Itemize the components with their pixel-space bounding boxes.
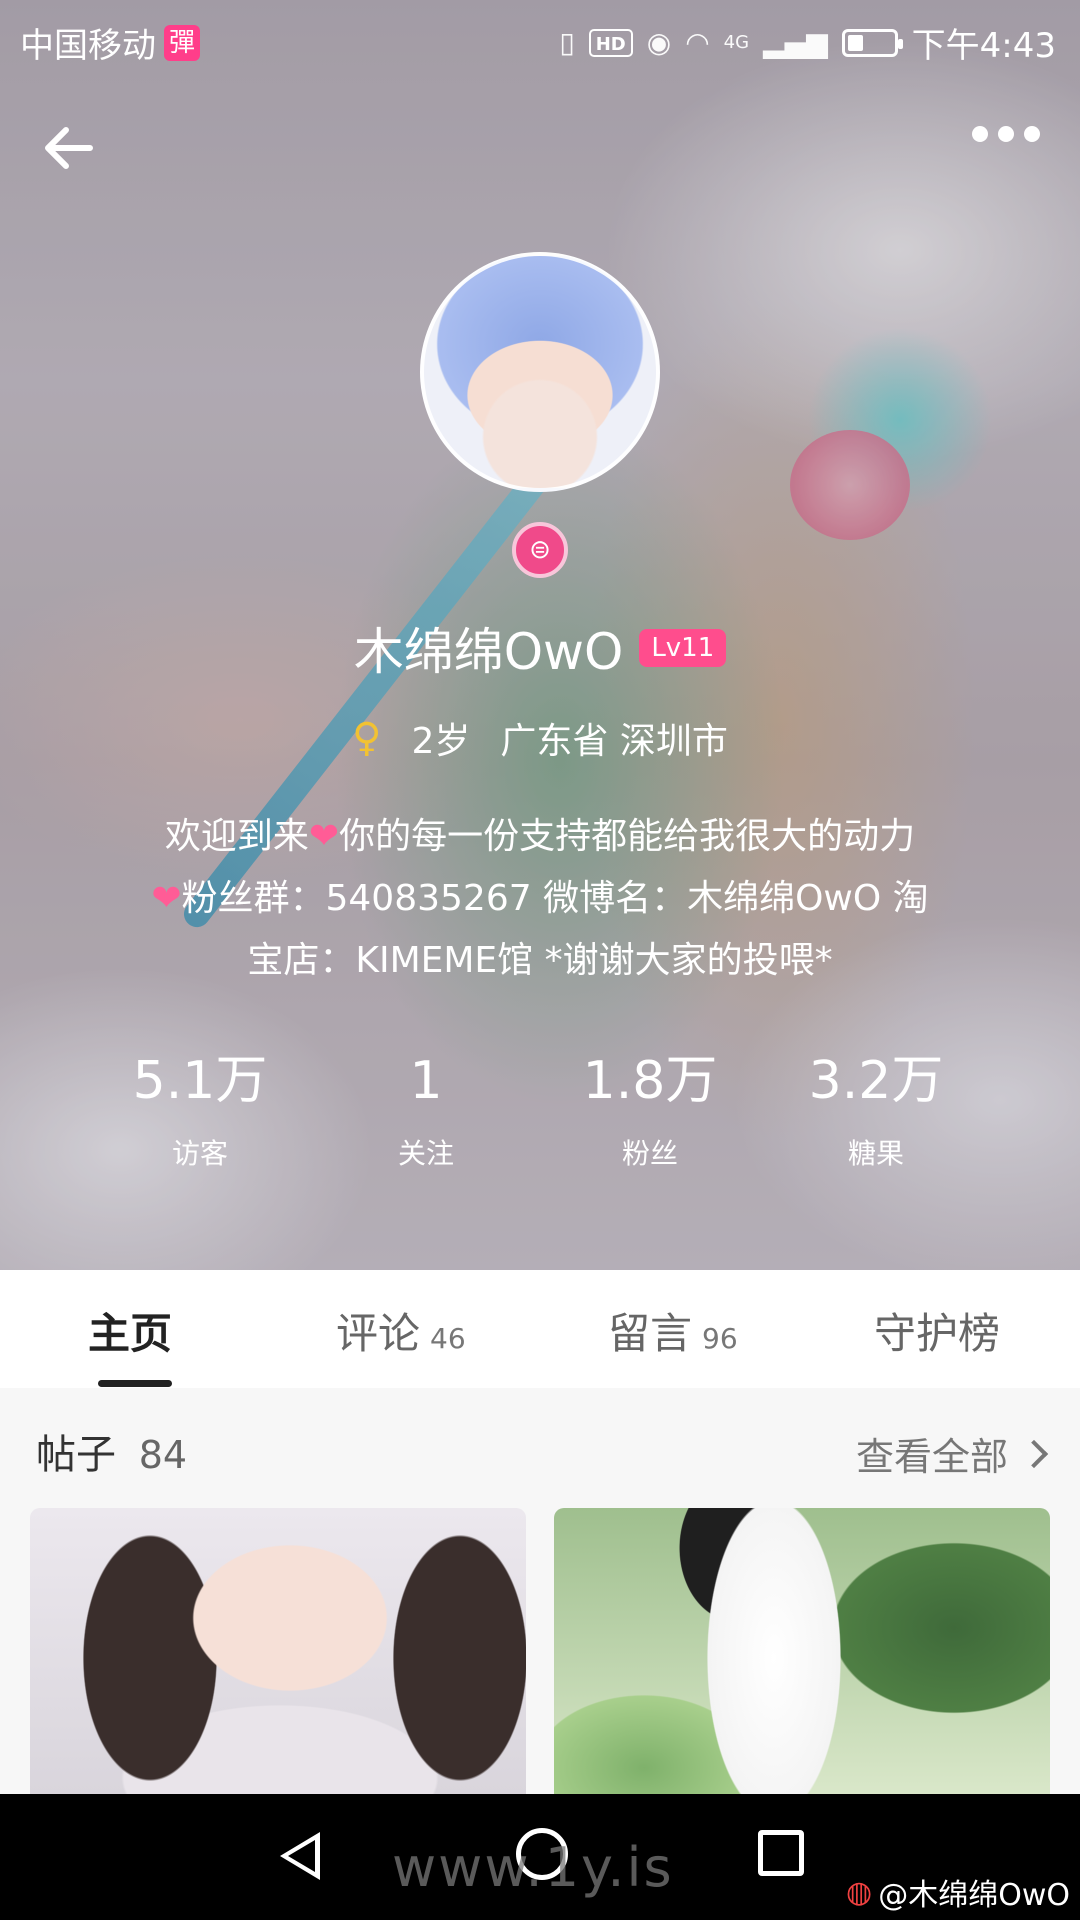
tab-label: 守护榜: [874, 1309, 1001, 1358]
weibo-icon: ◍: [846, 1874, 873, 1910]
heart-icon: ❤: [308, 816, 340, 857]
view-all-label: 查看全部: [855, 1435, 1008, 1479]
tab-label: 留言: [608, 1309, 693, 1358]
back-button[interactable]: [40, 118, 100, 178]
tab-messages[interactable]: 留言 96: [608, 1300, 738, 1361]
carrier-name: 中国移动: [20, 26, 156, 66]
name-row: 木绵绵OwO Lv11: [0, 612, 1080, 684]
profile-tabs: 主页 评论 46 留言 96 守护榜: [0, 1270, 1080, 1388]
tab-label: 主页: [88, 1309, 173, 1358]
user-age: 2岁: [411, 721, 471, 762]
bio-line: 欢迎到来❤你的每一份支持都能给我很大的动力: [120, 806, 960, 868]
stat-label: 关注: [397, 1137, 454, 1170]
stat-label: 粉丝: [621, 1137, 678, 1170]
vibrate-icon: ▯: [559, 26, 575, 59]
tab-count: 46: [430, 1322, 466, 1355]
stat-value: 1: [409, 1051, 443, 1111]
status-bar: 中国移动 彈 ▯ HD ◉ ◠ 4G ▂▄▆ 下午4:43: [0, 0, 1080, 76]
chevron-right-icon: [1019, 1439, 1049, 1468]
more-dot-icon: [972, 126, 988, 142]
stat-label: 糖果: [847, 1137, 904, 1170]
eye-icon: ◉: [646, 26, 672, 59]
active-tab-indicator: [98, 1380, 172, 1387]
weibo-watermark: ◍ @木绵绵OwO: [846, 1870, 1070, 1914]
stat-value: 5.1万: [132, 1051, 268, 1111]
weibo-handle: @木绵绵OwO: [878, 1878, 1070, 1913]
stat-visitors[interactable]: 5.1万 访客: [90, 1046, 310, 1172]
more-button[interactable]: [972, 126, 1040, 142]
post-thumbnail[interactable]: [554, 1508, 1050, 1794]
more-dot-icon: [998, 126, 1014, 142]
hd-badge: HD: [588, 28, 633, 57]
user-location: 广东省 深圳市: [500, 721, 728, 762]
bio-text: 欢迎到来: [164, 816, 309, 857]
battery-level: [847, 34, 863, 51]
stat-label: 访客: [171, 1137, 228, 1170]
verify-badge-icon: ⊜: [512, 522, 568, 578]
carrier-badge: 彈: [164, 24, 200, 61]
tab-comments[interactable]: 评论 46: [336, 1300, 466, 1361]
heart-icon: ❤: [151, 878, 182, 919]
female-gender-icon: ♀: [352, 715, 382, 761]
clock: 下午4:43: [911, 26, 1056, 66]
tab-count: 96: [702, 1322, 738, 1355]
posts-title: 帖子: [36, 1432, 116, 1478]
top-nav: [0, 100, 1080, 190]
view-all-button[interactable]: 查看全部: [855, 1426, 1049, 1481]
battery-icon: [841, 28, 903, 57]
system-recents-icon[interactable]: [758, 1830, 804, 1876]
level-badge: Lv11: [639, 629, 727, 667]
bio-text: 你的每一份支持都能给我很大的动力: [339, 816, 916, 857]
user-name: 木绵绵OwO: [353, 623, 624, 681]
network-type: 4G: [723, 32, 750, 53]
bio-line: ❤粉丝群：540835267 微博名：木绵绵OwO 淘: [120, 868, 960, 930]
tab-home[interactable]: 主页: [88, 1300, 172, 1361]
decor-star: [800, 320, 1000, 520]
posts-section: 帖子 84 查看全部: [0, 1388, 1080, 1794]
bio-text: 粉丝群：540835267 微博名：木绵绵OwO 淘: [181, 878, 929, 919]
post-thumbnail[interactable]: [30, 1508, 526, 1794]
more-dot-icon: [1024, 126, 1040, 142]
user-bio: 欢迎到来❤你的每一份支持都能给我很大的动力 ❤粉丝群：540835267 微博名…: [120, 806, 960, 992]
posts-header: 帖子 84: [36, 1422, 187, 1480]
wifi-icon: ◠: [685, 26, 710, 59]
tab-guardians[interactable]: 守护榜: [874, 1300, 1000, 1361]
stat-candy[interactable]: 3.2万 糖果: [766, 1046, 986, 1172]
decor-bow: [790, 430, 910, 540]
site-watermark: www.1y.is: [392, 1836, 674, 1899]
system-back-icon[interactable]: [280, 1832, 320, 1880]
avatar[interactable]: [420, 252, 660, 492]
user-info-row: ♀ 2岁 广东省 深圳市: [0, 712, 1080, 764]
back-arrow-icon: [45, 127, 93, 169]
stat-value: 1.8万: [582, 1051, 718, 1111]
bio-line: 宝店：KIMEME馆 *谢谢大家的投喂*: [247, 940, 833, 981]
stat-following[interactable]: 1 关注: [316, 1046, 536, 1172]
posts-count: 84: [138, 1433, 188, 1477]
tab-label: 评论: [336, 1309, 421, 1358]
stat-fans[interactable]: 1.8万 粉丝: [540, 1046, 760, 1172]
signal-icon: ▂▄▆: [763, 26, 828, 59]
stat-value: 3.2万: [808, 1051, 944, 1111]
